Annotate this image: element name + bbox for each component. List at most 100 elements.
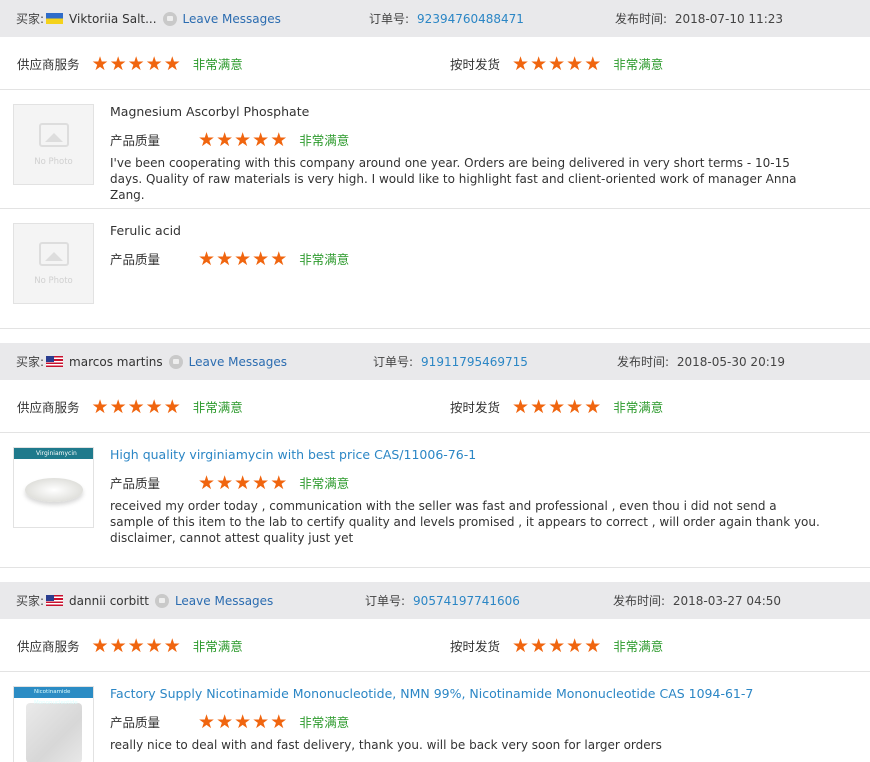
- product-name: Ferulic acid: [110, 223, 181, 238]
- star-rating: ★ ★ ★ ★ ★: [512, 634, 602, 657]
- star-icon: ★: [109, 52, 127, 75]
- product-name-link[interactable]: Factory Supply Nicotinamide Mononucleoti…: [110, 686, 753, 701]
- star-rating: ★ ★ ★ ★ ★: [512, 52, 602, 75]
- star-icon: ★: [584, 634, 602, 657]
- buyer-name: Viktoriia Salt...: [69, 11, 157, 26]
- star-icon: ★: [127, 634, 145, 657]
- product-image[interactable]: No Photo: [13, 104, 94, 185]
- star-icon: ★: [145, 395, 163, 418]
- star-icon: ★: [127, 52, 145, 75]
- review-card: 买家: dannii corbitt Leave Messages 订单号: 9…: [0, 582, 870, 762]
- product-quality-rating: 产品质量 ★ ★ ★ ★ ★ 非常满意: [110, 712, 820, 731]
- leave-messages-link[interactable]: Leave Messages: [183, 12, 281, 26]
- satisfaction-text: 非常满意: [613, 400, 664, 415]
- buyer-info: 买家: dannii corbitt Leave Messages: [16, 592, 273, 609]
- supplier-service-label: 供应商服务: [17, 57, 80, 72]
- delivery-label: 按时发货: [450, 400, 501, 415]
- product-bag-image: [25, 703, 82, 762]
- star-icon: ★: [270, 471, 288, 494]
- order-info: 订单号: 91911795469715: [373, 353, 528, 370]
- date-value: 2018-07-10 11:23: [674, 12, 784, 26]
- star-icon: ★: [252, 247, 270, 270]
- review-comment: really nice to deal with and fast delive…: [110, 738, 662, 752]
- star-icon: ★: [270, 128, 288, 151]
- star-icon: ★: [91, 52, 109, 75]
- order-number-link[interactable]: 92394760488471: [417, 12, 524, 26]
- star-icon: ★: [216, 247, 234, 270]
- product-image-label: Nicotinamide Mononucleotide: [14, 687, 93, 706]
- star-icon: ★: [198, 710, 216, 733]
- image-placeholder-icon: [38, 241, 69, 266]
- product-name-link[interactable]: High quality virginiamycin with best pri…: [110, 447, 476, 462]
- star-icon: ★: [163, 52, 181, 75]
- leave-messages-link[interactable]: Leave Messages: [175, 594, 273, 608]
- product-image[interactable]: No Photo: [13, 223, 94, 304]
- star-rating: ★ ★ ★ ★ ★: [512, 395, 602, 418]
- chat-icon[interactable]: [162, 11, 177, 26]
- quality-label: 产品质量: [110, 133, 161, 148]
- powder-image: [24, 478, 83, 502]
- order-number-link[interactable]: 90574197741606: [413, 594, 520, 608]
- star-icon: ★: [584, 52, 602, 75]
- product-name: Magnesium Ascorbyl Phosphate: [110, 104, 310, 119]
- star-rating: ★ ★ ★ ★ ★: [91, 52, 182, 75]
- star-icon: ★: [234, 247, 252, 270]
- review-header: 买家: dannii corbitt Leave Messages 订单号: 9…: [0, 582, 870, 619]
- star-icon: ★: [163, 634, 181, 657]
- satisfaction-text: 非常满意: [613, 639, 664, 654]
- order-label: 订单号:: [369, 12, 410, 26]
- star-icon: ★: [270, 247, 288, 270]
- satisfaction-text: 非常满意: [192, 400, 243, 415]
- date-label: 发布时间:: [617, 355, 670, 369]
- usa-flag-icon: [46, 356, 64, 367]
- product-quality-rating: 产品质量 ★ ★ ★ ★ ★ 非常满意: [110, 130, 820, 149]
- star-icon: ★: [512, 395, 530, 418]
- star-icon: ★: [234, 710, 252, 733]
- satisfaction-text: 非常满意: [299, 252, 350, 267]
- chat-icon[interactable]: [154, 593, 169, 608]
- star-icon: ★: [198, 247, 216, 270]
- star-icon: ★: [548, 52, 566, 75]
- product-quality-rating: 产品质量 ★ ★ ★ ★ ★ 非常满意: [110, 473, 820, 492]
- star-icon: ★: [548, 395, 566, 418]
- star-rating: ★ ★ ★ ★ ★: [92, 395, 182, 418]
- supplier-service-rating: 供应商服务 ★ ★ ★ ★ ★ 非常满意: [17, 54, 243, 73]
- satisfaction-text: 非常满意: [192, 57, 243, 72]
- order-info: 订单号: 92394760488471: [369, 10, 524, 27]
- star-icon: ★: [584, 395, 602, 418]
- leave-messages-link[interactable]: Leave Messages: [189, 355, 287, 369]
- product-quality-rating: 产品质量 ★ ★ ★ ★ ★ 非常满意: [110, 249, 820, 268]
- star-icon: ★: [216, 471, 234, 494]
- posted-date: 发布时间: 2018-03-27 04:50: [613, 592, 781, 609]
- posted-date: 发布时间: 2018-07-10 11:23: [615, 10, 783, 27]
- product-image[interactable]: Nicotinamide Mononucleotide: [13, 686, 94, 762]
- star-icon: ★: [566, 52, 584, 75]
- star-icon: ★: [252, 128, 270, 151]
- date-value: 2018-03-27 04:50: [672, 594, 782, 608]
- review-header: 买家: marcos martins Leave Messages 订单号: 9…: [0, 343, 870, 380]
- star-rating: ★ ★ ★ ★ ★: [198, 128, 288, 151]
- product-review: Nicotinamide Mononucleotide Factory Supp…: [0, 672, 870, 762]
- review-comment: I've been cooperating with this company …: [110, 156, 797, 202]
- supplier-service-label: 供应商服务: [17, 400, 80, 415]
- date-value: 2018-05-30 20:19: [676, 355, 786, 369]
- delivery-rating: 按时发货 ★ ★ ★ ★ ★ 非常满意: [450, 397, 663, 416]
- order-number-link[interactable]: 91911795469715: [421, 355, 528, 369]
- star-icon: ★: [145, 634, 163, 657]
- order-label: 订单号:: [365, 594, 406, 608]
- star-icon: ★: [252, 471, 270, 494]
- star-icon: ★: [530, 634, 548, 657]
- quality-label: 产品质量: [110, 252, 161, 267]
- star-rating: ★ ★ ★ ★ ★: [198, 710, 288, 733]
- chat-icon[interactable]: [168, 354, 183, 369]
- satisfaction-text: 非常满意: [192, 639, 243, 654]
- product-image[interactable]: Virginiamycin: [13, 447, 94, 528]
- satisfaction-text: 非常满意: [299, 715, 350, 730]
- order-info: 订单号: 90574197741606: [365, 592, 520, 609]
- product-review: No Photo Magnesium Ascorbyl Phosphate 产品…: [0, 90, 870, 209]
- review-header: 买家: Viktoriia Salt... Leave Messages 订单号…: [0, 0, 870, 37]
- delivery-label: 按时发货: [450, 639, 501, 654]
- posted-date: 发布时间: 2018-05-30 20:19: [617, 353, 785, 370]
- star-icon: ★: [216, 710, 234, 733]
- product-review: Virginiamycin High quality virginiamycin…: [0, 433, 870, 567]
